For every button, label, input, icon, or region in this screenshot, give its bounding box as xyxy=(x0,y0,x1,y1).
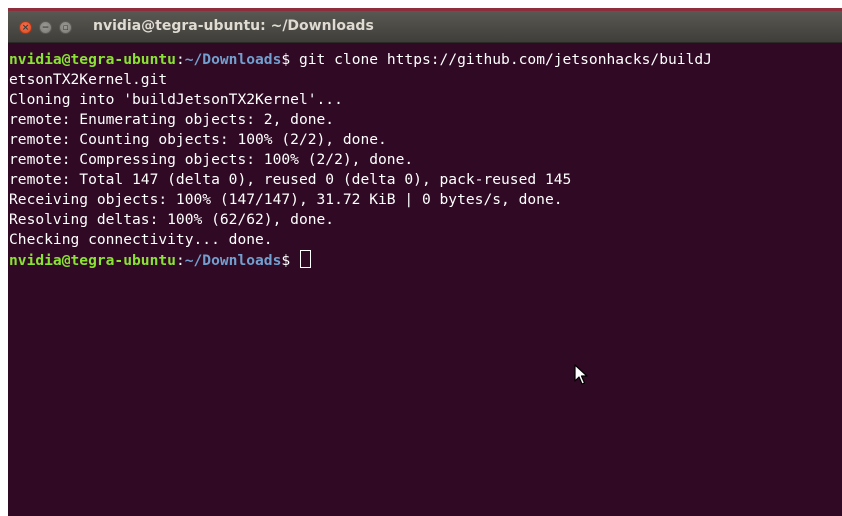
prompt-symbol: $ xyxy=(281,51,291,68)
prompt-path: ~/Downloads xyxy=(184,252,282,269)
prompt-user-host: nvidia@tegra-ubuntu xyxy=(9,252,176,269)
window-title: nvidia@tegra-ubuntu: ~/Downloads xyxy=(93,18,374,34)
maximize-icon[interactable]: ▫ xyxy=(59,21,72,34)
output-line: Checking connectivity... done. xyxy=(9,231,273,248)
prompt-separator: : xyxy=(175,51,185,68)
output-line: remote: Enumerating objects: 2, done. xyxy=(9,111,335,128)
command-text: git clone https://github.com/jetsonhacks… xyxy=(290,51,712,68)
output-line: Cloning into 'buildJetsonTX2Kernel'... xyxy=(9,91,343,108)
prompt-separator: : xyxy=(175,252,185,269)
output-line: remote: Compressing objects: 100% (2/2),… xyxy=(9,151,414,168)
title-bar[interactable]: × − ▫ nvidia@tegra-ubuntu: ~/Downloads xyxy=(8,11,842,43)
terminal-window: × − ▫ nvidia@tegra-ubuntu: ~/Downloads n… xyxy=(8,8,842,516)
output-line: Resolving deltas: 100% (62/62), done. xyxy=(9,211,335,228)
minimize-icon[interactable]: − xyxy=(39,21,52,34)
prompt-path: ~/Downloads xyxy=(184,51,282,68)
prompt-symbol: $ xyxy=(281,252,291,269)
output-line: remote: Total 147 (delta 0), reused 0 (d… xyxy=(9,171,572,188)
command-line: nvidia@tegra-ubuntu:~/Downloads$ git clo… xyxy=(9,50,842,70)
output-line: remote: Counting objects: 100% (2/2), do… xyxy=(9,131,387,148)
close-icon[interactable]: × xyxy=(19,21,32,34)
output-line: Receiving objects: 100% (147/147), 31.72… xyxy=(9,191,563,208)
mouse-pointer-icon xyxy=(574,364,588,385)
screen: × − ▫ nvidia@tegra-ubuntu: ~/Downloads n… xyxy=(0,0,842,516)
command-line-wrap: etsonTX2Kernel.git xyxy=(9,71,168,88)
prompt-user-host: nvidia@tegra-ubuntu xyxy=(9,51,176,68)
current-prompt-line[interactable]: nvidia@tegra-ubuntu:~/Downloads$ xyxy=(9,250,842,270)
text-cursor xyxy=(299,250,311,268)
terminal-output[interactable]: nvidia@tegra-ubuntu:~/Downloads$ git clo… xyxy=(9,50,842,270)
window-accent-strip xyxy=(8,8,842,11)
